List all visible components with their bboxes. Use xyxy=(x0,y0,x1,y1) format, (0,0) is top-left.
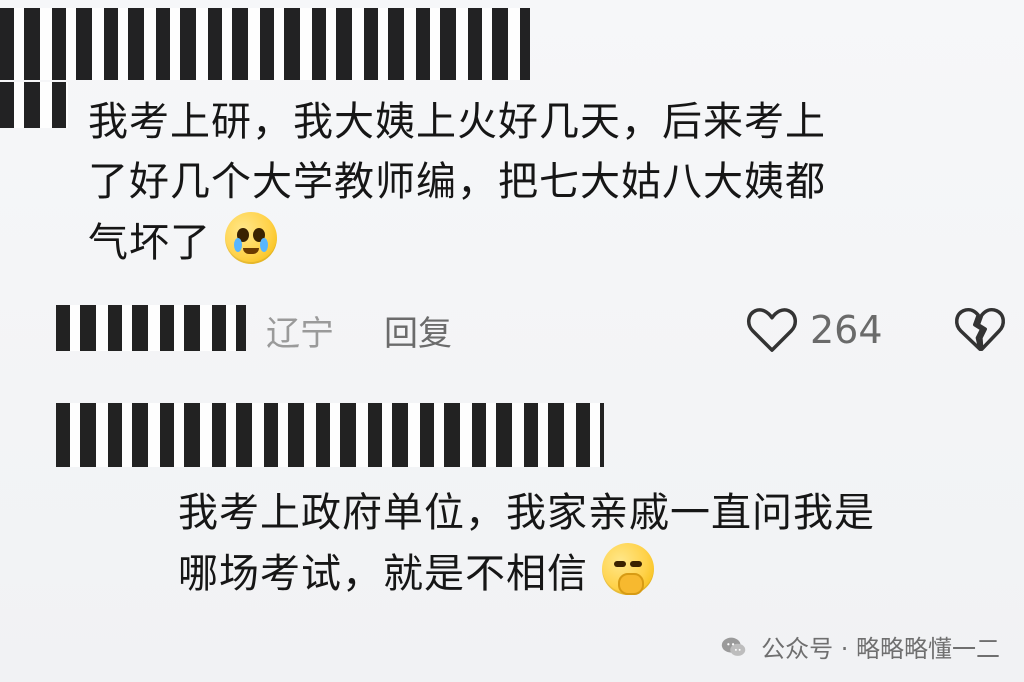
comment-1-text: 我考上研，我大姨上火好几天，后来考上 了好几个大学教师编，把七大姑八大姨都 气坏… xyxy=(88,92,988,273)
crying-emoji-icon xyxy=(224,212,277,264)
smirking-emoji-icon xyxy=(601,543,654,595)
screenshot-root: 我考上研，我大姨上火好几天，后来考上 了好几个大学教师编，把七大姑八大姨都 气坏… xyxy=(0,0,1024,682)
comment-1-line-1: 我考上研，我大姨上火好几天，后来考上 xyxy=(88,99,826,145)
redacted-time xyxy=(56,305,246,351)
reply-button[interactable]: 回复 xyxy=(384,306,452,355)
redacted-avatar xyxy=(0,82,68,128)
comment-2-line-2: 哪场考试，就是不相信 xyxy=(178,543,1018,604)
watermark: 公众号 · 略略略懂一二 xyxy=(719,629,1000,664)
comment-1-meta: 辽宁 回复 xyxy=(266,300,452,360)
comment-1-line-3: 气坏了 xyxy=(88,212,988,273)
broken-heart-icon xyxy=(955,307,1005,351)
redacted-username-2 xyxy=(56,403,604,467)
heart-icon xyxy=(747,308,797,352)
comment-location: 辽宁 xyxy=(266,313,334,354)
watermark-text: 公众号 · 略略略懂一二 xyxy=(761,635,1000,663)
comment-1-line-2: 了好几个大学教师编，把七大姑八大姨都 xyxy=(88,159,826,205)
wechat-icon xyxy=(721,637,746,656)
comment-2-line-1: 我考上政府单位，我家亲戚一直问我是 xyxy=(178,490,875,536)
comment-2-text: 我考上政府单位，我家亲戚一直问我是 哪场考试，就是不相信 xyxy=(178,483,1018,604)
like-button[interactable]: 264 xyxy=(744,300,883,360)
redacted-username xyxy=(0,8,530,80)
comment-1-line-3-text: 气坏了 xyxy=(88,220,211,266)
comment-2-line-2-text: 哪场考试，就是不相信 xyxy=(178,551,588,597)
dislike-button[interactable] xyxy=(952,302,1008,358)
like-count: 264 xyxy=(810,308,883,352)
